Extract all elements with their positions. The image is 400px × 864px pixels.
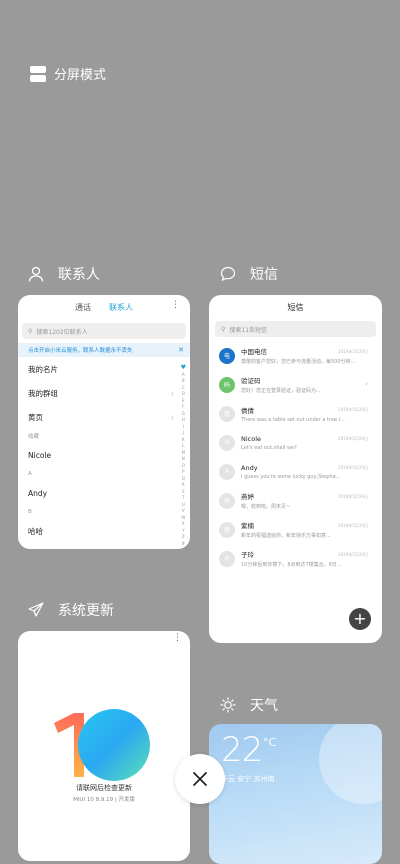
contact-item[interactable]: 哈哈 [18,519,190,543]
tab-calls[interactable]: 通话 [75,302,91,313]
close-banner-icon[interactable]: ✕ [178,346,184,354]
message-preview: There was a table set out under a tree i… [241,416,345,423]
cloud-sync-banner-text: 点击开启小米云服务，联系人数据永不丢失 [28,348,133,354]
row-label: 黄页 [28,412,43,422]
section-header-favorites: 收藏 [28,434,40,440]
message-preview: 您好！您正在登录验证，验证码为... [241,388,321,394]
person-icon [28,266,44,282]
system-update-app-header[interactable]: 系统更新 [28,600,114,620]
more-menu-icon[interactable]: ⋮ [173,633,182,643]
contacts-app-card[interactable]: 通话 联系人 ⋮ ⚲ 搜索1202位联系人 点击开启小米云服务，联系人数据永不丢… [18,295,190,549]
weather-unit: °C [263,736,277,749]
message-thread[interactable]: 倩倩倩 There was a table set out under a tre… [209,399,382,428]
section-header: A [28,471,32,477]
close-icon [193,772,207,786]
weather-temperature: 22 [221,730,263,770]
message-preview: 尊敬的客户您好，您已参与流量活动，每500分钟... [241,359,356,365]
row-label: 我的群组 [28,388,58,398]
contacts-search-placeholder: 搜索1202位联系人 [36,328,88,336]
message-time: 2019年5月20日 [338,523,368,528]
message-thread[interactable]: 紫紫楠 新年的祝福送给你，新年快乐万事如意... 2019年5月20日 [209,515,382,544]
row-my-card[interactable]: 我的名片 [18,357,190,381]
contacts-app-header[interactable]: 联系人 [28,264,100,284]
chat-bubble-icon [220,266,236,282]
more-menu-icon[interactable]: ⋮ [171,300,180,310]
tab-contacts[interactable]: 联系人 [109,302,133,313]
miui-10-logo [54,709,150,781]
avatar: N [219,434,235,451]
index-letter[interactable]: # [181,541,186,548]
message-preview: 10分钟后到你楼下，8点到达7楼集合，6日... [241,562,342,568]
contacts-app-title: 联系人 [58,267,100,283]
paper-plane-icon [28,602,44,617]
message-thread[interactable]: N Nicole Let's eat out,shall we? 2019年5月20日 [209,428,382,457]
avatar: 倩 [219,405,235,422]
contact-item[interactable]: Andy [18,481,190,505]
weather-location: 多云 安宁 苏州南 [221,775,275,783]
message-preview: 新年的祝福送给你，新年快乐万事如意... [241,533,331,539]
weather-bokeh [319,724,382,804]
new-message-button[interactable]: + [349,608,371,630]
message-thread[interactable]: 子子玲 10分钟后到你楼下，8点到达7楼集合，6日... 2019年5月20日 [209,544,382,573]
chevron-right-icon: › [170,388,174,398]
weather-app-card[interactable]: 22 °C 多云 安宁 苏州南 [209,724,382,864]
message-thread[interactable]: 电中国电信 尊敬的客户您好，您已参与流量活动，每500分钟... 2019年5月20… [209,341,382,370]
message-time: 2019年5月20日 [338,465,368,470]
avatar: 燕 [219,492,235,509]
weather-app-header[interactable]: 天气 [220,695,278,715]
contact-name: Andy [28,488,48,498]
contacts-tab-bar: 通话 联系人 ⋮ [18,295,190,319]
split-screen-button[interactable]: 分屏模式 [30,64,106,83]
avatar: 紫 [219,521,235,538]
sender-name: 验证码 [241,377,261,385]
search-icon: ⚲ [28,327,33,335]
system-update-app-card[interactable]: ⋮ 请联网后检查更新 MIUI 10 8.9.19 | 开发版 [18,631,190,861]
message-time: 2019年5月20日 [338,436,368,441]
split-screen-label: 分屏模式 [54,68,107,83]
sms-header-title: 短信 [287,303,304,312]
avatar: 子 [219,550,235,567]
contact-item[interactable]: Nicole [18,443,190,467]
row-yellow-pages[interactable]: 黄页 › [18,405,190,429]
search-icon: ⚲ [221,325,226,333]
sms-message-list: 电中国电信 尊敬的客户您好，您已参与流量活动，每500分钟... 2019年5月20… [209,341,382,573]
sms-app-card[interactable]: 短信 ⚲ 搜索11条短信 电中国电信 尊敬的客户您好，您已参与流量活动，每500分… [209,295,382,643]
sms-search-placeholder: 搜索11条短信 [229,326,268,334]
message-preview: I guess you're some lucky guy,Stepha... [241,473,341,480]
row-my-groups[interactable]: 我的群组 › [18,381,190,405]
contacts-search-input[interactable]: ⚲ 搜索1202位联系人 [22,323,186,339]
message-thread[interactable]: 码验证码您好！您正在登录验证，验证码为... › [209,370,382,399]
contact-name: Nicole [28,450,52,460]
alphabet-index[interactable]: ♥ A B C D E F G H I J K L M N O P Q R S T U V W X Y Z # [181,364,186,548]
cloud-sync-banner[interactable]: 点击开启小米云服务，联系人数据永不丢失 ✕ [18,343,190,357]
weather-app-title: 天气 [250,698,278,714]
chevron-right-icon: › [170,412,174,422]
split-screen-icon [30,65,46,82]
sms-app-header[interactable]: 短信 [220,264,278,284]
update-message: 请联网后检查更新 [76,784,132,792]
update-version: MIUI 10 8.9.19 | 开发版 [73,797,135,803]
sun-icon [220,697,236,713]
message-time: 2019年5月20日 [338,407,368,412]
message-preview: 嗯，收到啦，周末见~ [241,504,291,510]
avatar: 电 [219,347,235,364]
sms-app-title: 短信 [250,267,278,283]
section-header: B [28,509,32,515]
system-update-app-title: 系统更新 [58,603,114,619]
message-thread[interactable]: 燕燕婷 嗯，收到啦，周末见~ 2019年5月20日 [209,486,382,515]
avatar: A [219,463,235,480]
message-time: 2019年5月20日 [338,494,368,499]
sms-search-input[interactable]: ⚲ 搜索11条短信 [215,321,376,337]
message-time: 2019年5月20日 [338,349,368,354]
message-time: 2019年5月20日 [338,552,368,557]
message-thread[interactable]: A Andy I guess you're some lucky guy,Steph… [209,457,382,486]
close-all-button[interactable] [175,754,225,804]
message-text-block: 验证码您好！您正在登录验证，验证码为... [241,375,356,394]
contact-name: 哈哈 [28,526,43,536]
message-preview: Let's eat out,shall we? [241,444,297,451]
avatar: 码 [219,376,235,393]
row-label: 我的名片 [28,364,58,374]
chevron-right-icon: › [364,379,368,388]
